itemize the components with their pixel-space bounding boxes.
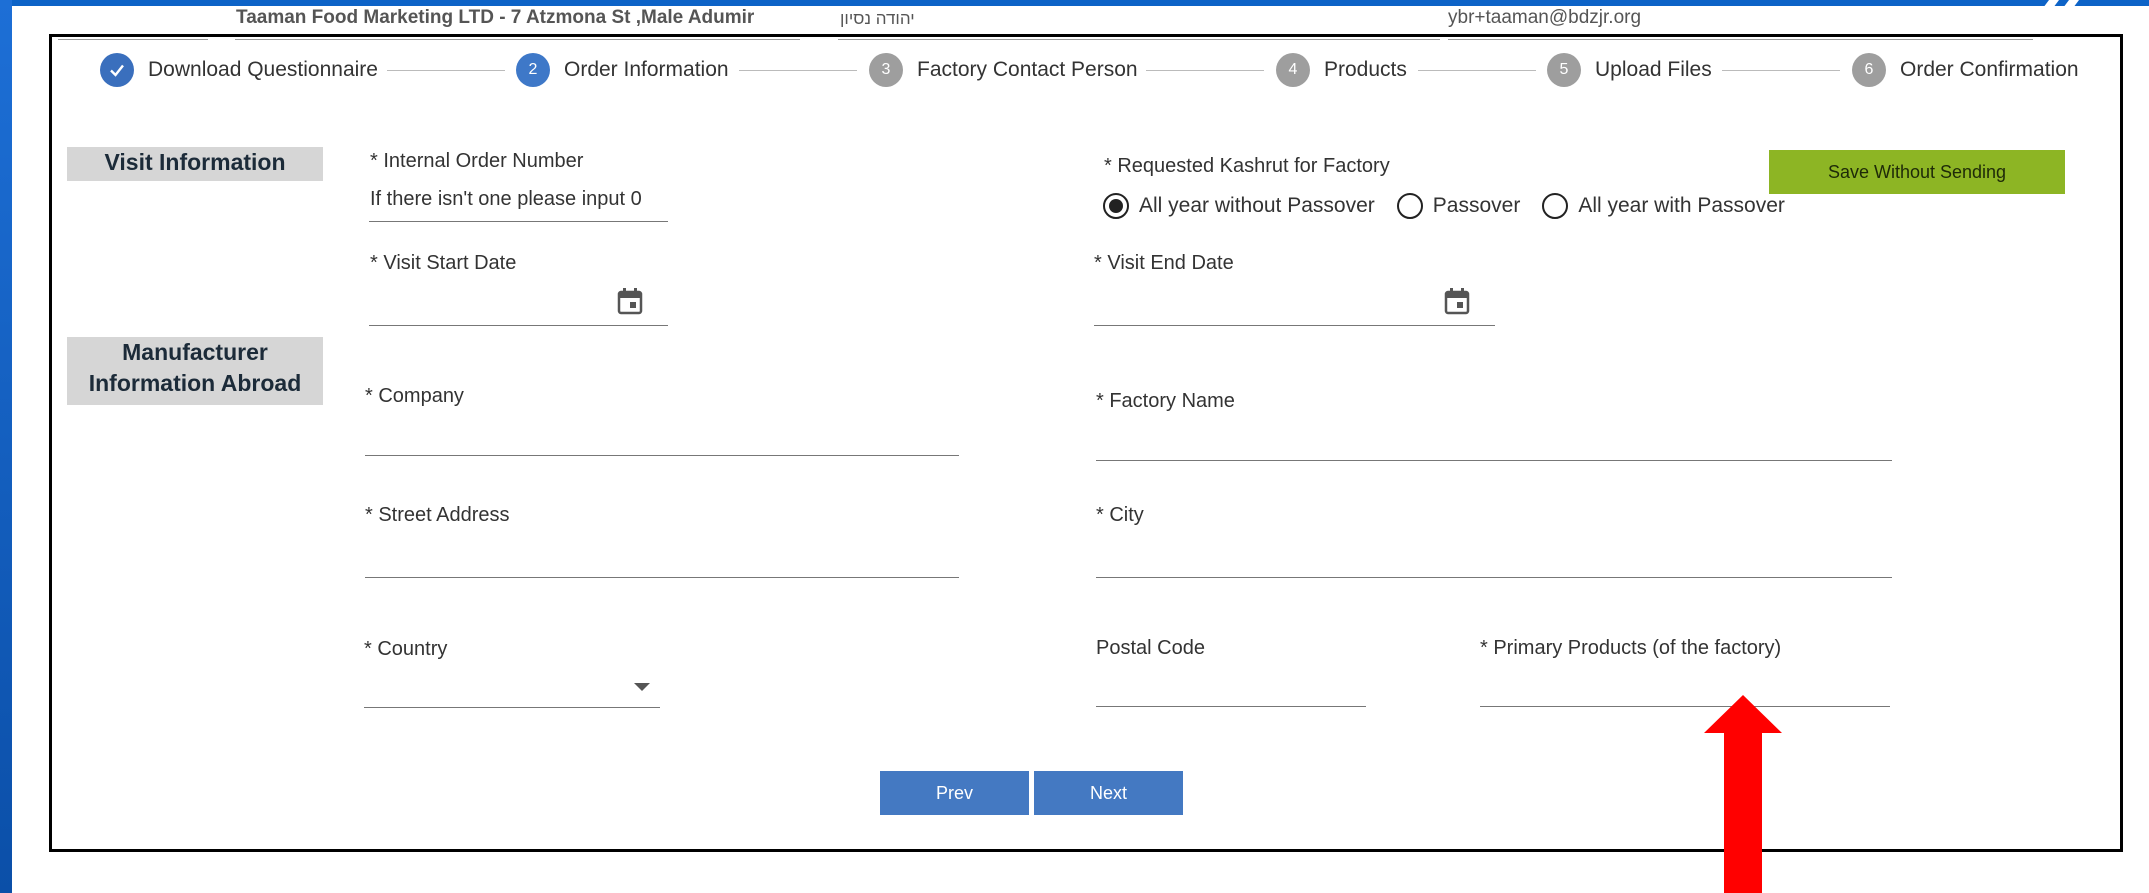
step-order-information[interactable]: 2 Order Information	[516, 52, 729, 88]
kashrut-label: * Requested Kashrut for Factory	[1104, 155, 1390, 177]
section-label-line: Information Abroad	[88, 370, 302, 396]
visit-start-input[interactable]	[369, 287, 669, 325]
country-select[interactable]	[364, 672, 660, 706]
postal-code-label: Postal Code	[1096, 637, 1205, 659]
radio-button[interactable]	[1396, 193, 1423, 219]
company-input[interactable]	[365, 420, 959, 454]
city-label: * City	[1096, 504, 1144, 526]
step-connector	[1418, 70, 1536, 71]
radio-all-year-without-passover[interactable]: All year without Passover	[1103, 193, 1375, 219]
radio-button[interactable]	[1542, 193, 1569, 219]
internal-order-label: * Internal Order Number	[370, 150, 584, 172]
step-number: 2	[516, 53, 550, 87]
calendar-icon[interactable]	[1444, 287, 1470, 315]
radio-passover[interactable]: Passover	[1396, 193, 1521, 219]
internal-order-input[interactable]: If there isn't one please input 0	[370, 188, 642, 211]
left-accent-bar	[0, 0, 12, 893]
section-label-visit: Visit Information	[67, 147, 323, 181]
section-label-manufacturer: Manufacturer Information Abroad	[67, 337, 323, 405]
step-upload-files[interactable]: 5 Upload Files	[1547, 52, 1712, 88]
primary-products-input[interactable]	[1480, 672, 1890, 706]
step-label: Products	[1324, 58, 1407, 81]
section-label-line: Manufacturer	[122, 339, 268, 365]
save-without-sending-button[interactable]: Save Without Sending	[1769, 150, 2065, 194]
step-factory-contact-person[interactable]: 3 Factory Contact Person	[869, 52, 1138, 88]
header-contact-name: יהודה נסיון	[840, 9, 915, 28]
step-number: 5	[1547, 53, 1581, 87]
header-company: Taaman Food Marketing LTD - 7 Atzmona St…	[236, 7, 755, 28]
factory-name-underline	[1096, 460, 1892, 461]
street-underline	[365, 577, 959, 578]
header-email: ybr+taaman@bdzjr.org	[1448, 7, 1642, 28]
radio-label: All year without Passover	[1139, 194, 1375, 217]
step-label: Download Questionnaire	[148, 58, 378, 81]
step-order-confirmation[interactable]: 6 Order Confirmation	[1852, 52, 2079, 88]
postal-code-input[interactable]	[1096, 672, 1366, 706]
company-label: * Company	[365, 385, 464, 407]
check-icon	[100, 53, 134, 87]
radio-dot	[1109, 199, 1123, 213]
step-number: 4	[1276, 53, 1310, 87]
street-label: * Street Address	[365, 504, 510, 526]
step-connector	[1722, 70, 1840, 71]
street-input[interactable]	[365, 542, 959, 576]
radio-label: All year with Passover	[1578, 194, 1785, 217]
visit-end-label: * Visit End Date	[1094, 252, 1234, 274]
factory-name-label: * Factory Name	[1096, 390, 1235, 412]
calendar-icon[interactable]	[617, 287, 643, 315]
company-underline	[365, 455, 959, 456]
red-arrow-annotation	[1704, 695, 1782, 893]
step-products[interactable]: 4 Products	[1276, 52, 1407, 88]
step-connector	[739, 70, 857, 71]
top-accent-bar	[0, 0, 2149, 6]
radio-label: Passover	[1432, 194, 1521, 217]
visit-start-label: * Visit Start Date	[370, 252, 517, 274]
step-label: Factory Contact Person	[917, 58, 1138, 81]
primary-products-underline	[1480, 706, 1890, 707]
step-label: Upload Files	[1595, 58, 1712, 81]
factory-name-input[interactable]	[1096, 425, 1892, 459]
kashrut-radio-group: All year without Passover Passover All y…	[1103, 193, 1807, 219]
country-label: * Country	[364, 638, 448, 660]
step-label: Order Information	[564, 58, 729, 81]
internal-order-underline	[369, 221, 668, 222]
step-connector	[387, 70, 505, 71]
prev-button[interactable]: Prev	[880, 771, 1029, 815]
primary-products-label: * Primary Products (of the factory)	[1480, 637, 1782, 659]
city-underline	[1096, 577, 1892, 578]
postal-code-underline	[1096, 706, 1366, 707]
chevron-down-icon	[634, 683, 650, 691]
corner-decoration	[2043, 0, 2079, 8]
step-number: 3	[869, 53, 903, 87]
next-button[interactable]: Next	[1034, 771, 1183, 815]
radio-all-year-with-passover[interactable]: All year with Passover	[1542, 193, 1785, 219]
country-underline	[364, 707, 660, 708]
city-input[interactable]	[1096, 542, 1892, 576]
visit-end-underline	[1094, 325, 1495, 326]
step-connector	[1146, 70, 1264, 71]
step-label: Order Confirmation	[1900, 58, 2079, 81]
step-number: 6	[1852, 53, 1886, 87]
visit-end-input[interactable]	[1094, 287, 1494, 325]
radio-button-selected[interactable]	[1103, 193, 1129, 219]
visit-start-underline	[369, 325, 668, 326]
step-download-questionnaire[interactable]: Download Questionnaire	[100, 52, 378, 88]
